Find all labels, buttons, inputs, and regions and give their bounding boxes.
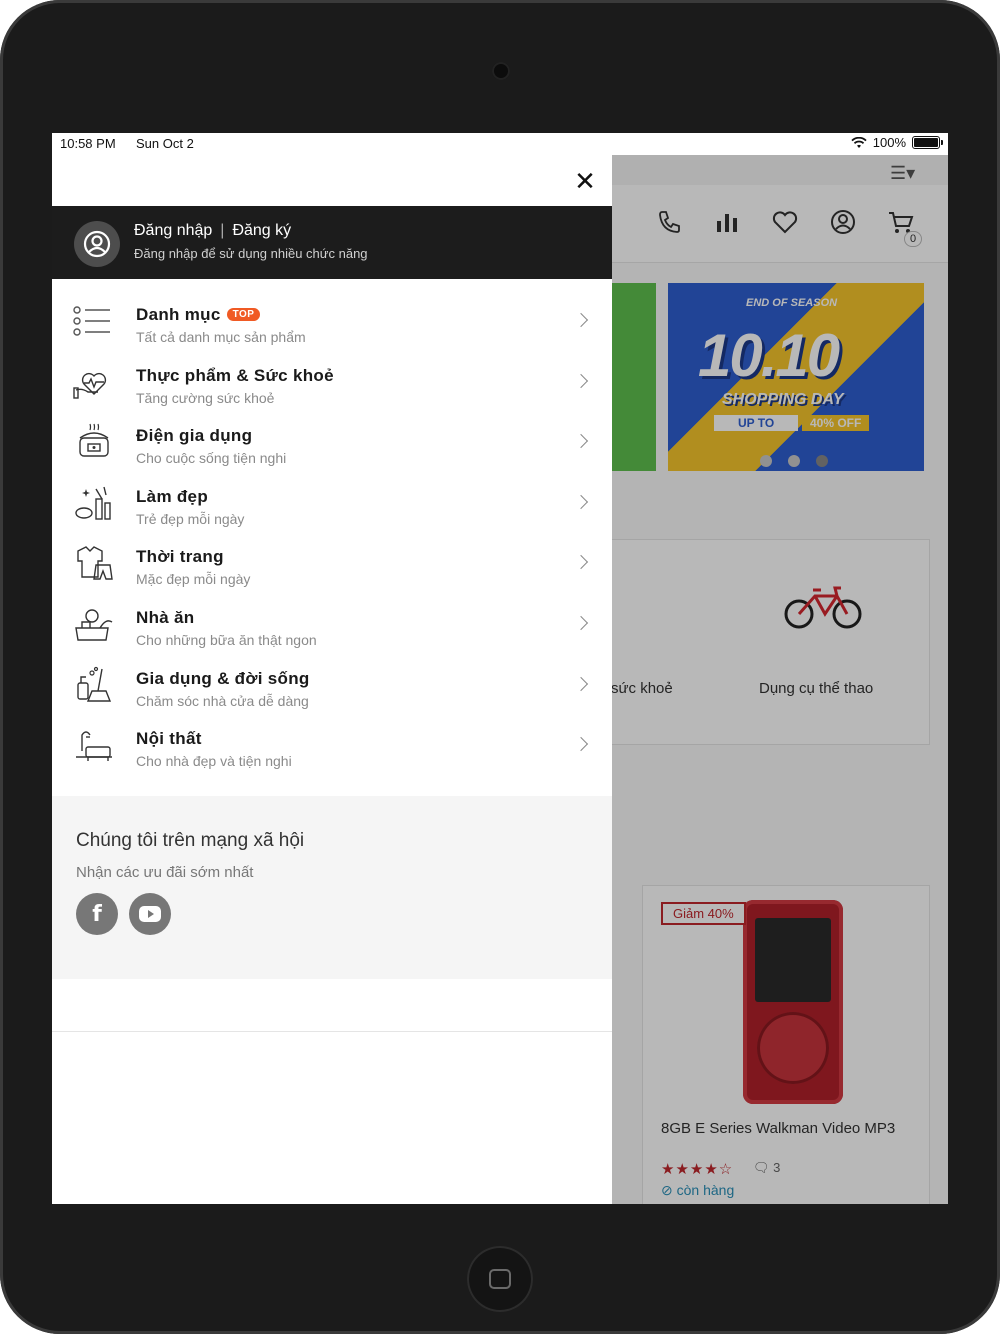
- menu-item-fashion[interactable]: Thời trang Mặc đẹp mỗi ngày: [52, 533, 612, 594]
- rice-cooker-icon: [79, 423, 109, 457]
- status-time: 10:58 PM: [60, 136, 116, 151]
- menu-item-appliances[interactable]: Điện gia dụng Cho cuộc sống tiện nghi: [52, 412, 612, 473]
- avatar: [74, 221, 120, 267]
- list-icon: [73, 306, 110, 336]
- chevron-right-icon: [573, 373, 589, 388]
- user-icon: [83, 230, 111, 258]
- top-badge: TOP: [226, 308, 261, 321]
- chevron-right-icon: [573, 434, 589, 449]
- cosmetics-icon: [75, 486, 111, 520]
- menu-item-household[interactable]: Gia dụng & đời sống Chăm sóc nhà cửa dễ …: [52, 655, 612, 716]
- status-bar: 10:58 PM Sun Oct 2 100%: [52, 133, 948, 155]
- screen: 10:58 PM Sun Oct 2 100% ☰▾ 0 END OF SEAS…: [52, 133, 948, 1204]
- cleaning-icon: [77, 666, 112, 702]
- social-section: Chúng tôi trên mạng xã hội Nhận các ưu đ…: [52, 796, 612, 979]
- chevron-right-icon: [573, 555, 589, 570]
- chevron-right-icon: [573, 615, 589, 631]
- battery-percent: 100%: [872, 135, 906, 150]
- ipad-frame: 10:58 PM Sun Oct 2 100% ☰▾ 0 END OF SEAS…: [0, 0, 1000, 1334]
- chevron-right-icon: [573, 312, 589, 328]
- camera: [492, 62, 510, 80]
- youtube-icon[interactable]: [129, 893, 171, 935]
- furniture-icon: [76, 731, 112, 762]
- category-menu: Danh mục TOP Tất cả danh mục sản phẩm Thự…: [52, 279, 612, 776]
- login-bar[interactable]: Đăng nhập | Đăng ký Đăng nhập để sử dụng n…: [52, 206, 612, 279]
- menu-item-beauty[interactable]: Làm đẹp Trẻ đẹp mỗi ngày: [52, 473, 612, 534]
- social-title: Chúng tôi trên mạng xã hội: [76, 830, 305, 851]
- login-link[interactable]: Đăng nhập: [134, 222, 212, 239]
- side-drawer: ✕ Đăng nhập | Đăng ký Đăng nhập để sử dụng…: [52, 155, 612, 1204]
- social-subtitle: Nhận các ưu đãi sớm nhất: [76, 864, 254, 881]
- menu-item-dining[interactable]: Nhà ăn Cho những bữa ăn thật ngon: [52, 594, 612, 655]
- menu-item-categories[interactable]: Danh mục TOP Tất cả danh mục sản phẩm: [52, 291, 612, 352]
- status-date: Sun Oct 2: [136, 136, 194, 151]
- battery-icon: [912, 136, 943, 149]
- facebook-icon[interactable]: f: [76, 893, 118, 935]
- chevron-right-icon: [573, 737, 589, 752]
- close-icon[interactable]: ✕: [572, 168, 598, 195]
- health-icon: [73, 372, 107, 399]
- home-button[interactable]: [467, 1246, 533, 1312]
- chevron-right-icon: [573, 676, 589, 691]
- kitchen-icon: [75, 609, 113, 641]
- divider: [52, 1031, 612, 1032]
- wifi-icon: [851, 136, 867, 148]
- menu-item-furniture[interactable]: Nội thất Cho nhà đẹp và tiện nghi: [52, 715, 612, 776]
- clothes-icon: [77, 546, 113, 581]
- menu-item-food-health[interactable]: Thực phẩm & Sức khoẻ Tăng cường sức khoẻ: [52, 352, 612, 413]
- register-link[interactable]: Đăng ký: [232, 222, 291, 239]
- login-subtitle: Đăng nhập để sử dụng nhiều chức năng: [134, 246, 368, 261]
- chevron-right-icon: [573, 494, 589, 509]
